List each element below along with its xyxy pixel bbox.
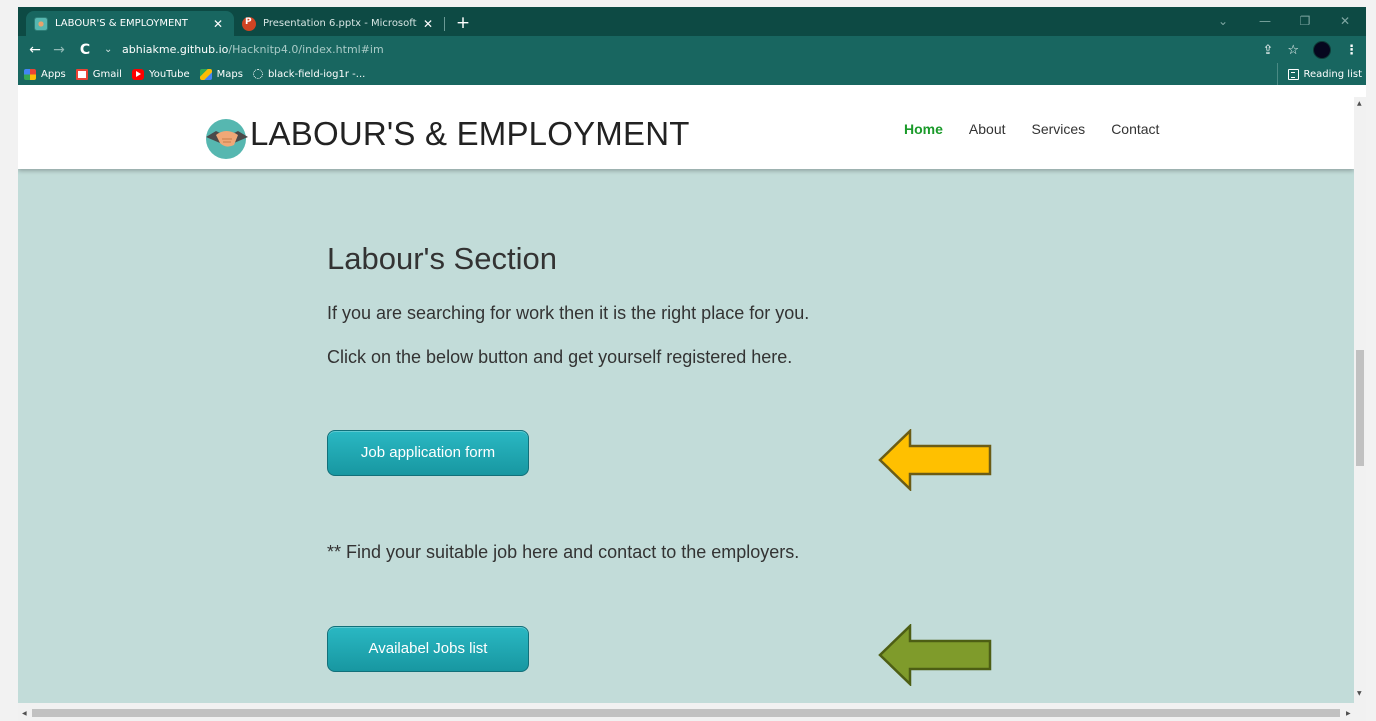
- horizontal-scroll-thumb[interactable]: [32, 709, 1340, 717]
- page-top-strip: [18, 85, 1354, 97]
- bookmark-label: Gmail: [92, 68, 122, 80]
- scroll-right-icon[interactable]: ▶: [1346, 710, 1351, 717]
- maps-icon: [199, 68, 212, 80]
- powerpoint-icon: [242, 16, 256, 31]
- menu-icon[interactable]: ⋮: [1345, 43, 1358, 58]
- intro-line: If you are searching for work then it is…: [327, 303, 810, 323]
- tab-title: LABOUR'S & EMPLOYMENT: [55, 18, 188, 29]
- tab-title: Presentation 6.pptx - Microsoft P: [263, 18, 420, 29]
- bookmark-label: Apps: [41, 68, 66, 80]
- bookmarks-bar: Apps Gmail YouTube Maps black-field-iog1…: [18, 63, 1366, 85]
- tab-labours-employment[interactable]: LABOUR'S & EMPLOYMENT ✕: [26, 11, 234, 36]
- site-title: LABOUR'S & EMPLOYMENT: [250, 115, 690, 152]
- reading-list-icon: [1287, 68, 1299, 80]
- profile-avatar[interactable]: [1313, 41, 1331, 59]
- nav-services-link[interactable]: Services: [1032, 121, 1086, 137]
- nav-contact-link[interactable]: Contact: [1111, 121, 1159, 137]
- tab-presentation[interactable]: Presentation 6.pptx - Microsoft P ✕: [234, 11, 444, 36]
- bookmark-black-field[interactable]: black-field-iog1r -...: [252, 68, 366, 80]
- scroll-down-icon[interactable]: ▼: [1357, 691, 1363, 697]
- close-tab-icon[interactable]: ✕: [420, 17, 436, 31]
- scroll-up-icon[interactable]: ▲: [1357, 101, 1363, 107]
- globe-icon: [252, 69, 263, 79]
- reading-list-button[interactable]: Reading list: [1276, 63, 1362, 85]
- reload-button[interactable]: C: [74, 40, 96, 60]
- restore-button[interactable]: ❐: [1284, 11, 1326, 31]
- scroll-left-icon[interactable]: ◀: [22, 710, 27, 717]
- forward-button[interactable]: →: [48, 40, 70, 60]
- page-viewport: LABOUR'S & EMPLOYMENT Home About Service…: [18, 97, 1354, 703]
- reading-list-label: Reading list: [1303, 68, 1362, 80]
- minimize-button[interactable]: —: [1244, 11, 1286, 31]
- chevron-down-icon[interactable]: ⌄: [104, 41, 112, 59]
- register-line: Click on the below button and get yourse…: [327, 347, 793, 367]
- url-field[interactable]: abhiakme.github.io/Hacknitp4.0/index.htm…: [122, 41, 384, 59]
- job-application-form-button[interactable]: Job application form: [327, 430, 529, 476]
- close-tab-icon[interactable]: ✕: [210, 17, 226, 31]
- bookmark-star-icon[interactable]: ☆: [1287, 43, 1299, 58]
- new-tab-button[interactable]: +: [452, 12, 474, 34]
- apps-icon: [24, 68, 36, 80]
- tab-strip: LABOUR'S & EMPLOYMENT ✕ Presentation 6.p…: [18, 7, 1366, 36]
- nav-home-link[interactable]: Home: [904, 121, 943, 137]
- bookmark-gmail[interactable]: Gmail: [75, 68, 122, 80]
- close-window-button[interactable]: ✕: [1324, 11, 1366, 31]
- handshake-logo-icon: [206, 119, 248, 159]
- site-favicon-icon: [34, 16, 48, 31]
- url-path: /Hacknitp4.0/index.html#im: [228, 43, 384, 56]
- bookmark-label: Maps: [216, 68, 243, 80]
- available-jobs-list-button[interactable]: Availabel Jobs list: [327, 626, 529, 672]
- horizontal-scrollbar[interactable]: ◀ ▶: [18, 703, 1366, 721]
- bookmark-label: black-field-iog1r -...: [267, 68, 366, 80]
- find-job-line: ** Find your suitable job here and conta…: [327, 542, 800, 562]
- vertical-scroll-thumb[interactable]: [1356, 350, 1364, 466]
- bookmark-youtube[interactable]: YouTube: [131, 68, 190, 80]
- url-host: abhiakme.github.io: [122, 43, 229, 56]
- screen: LABOUR'S & EMPLOYMENT ✕ Presentation 6.p…: [0, 0, 1376, 721]
- site-nav: Home About Services Contact: [904, 121, 1159, 137]
- site-header: LABOUR'S & EMPLOYMENT Home About Service…: [18, 97, 1354, 169]
- youtube-icon: [131, 68, 144, 80]
- bookmark-maps[interactable]: Maps: [199, 68, 243, 80]
- address-bar-row: ← → C ⌄ abhiakme.github.io/Hacknitp4.0/i…: [18, 36, 1366, 63]
- tab-separator: [444, 17, 445, 31]
- bookmark-label: YouTube: [148, 68, 190, 80]
- tab-search-icon[interactable]: ⌄: [1202, 11, 1244, 31]
- bookmark-apps[interactable]: Apps: [24, 68, 66, 80]
- share-icon[interactable]: ⇪: [1262, 43, 1273, 58]
- vertical-scrollbar[interactable]: ▲ ▼: [1354, 97, 1366, 703]
- nav-about-link[interactable]: About: [969, 121, 1006, 137]
- left-arrow-icon: [878, 624, 992, 686]
- address-bar-icons: ⇪ ☆ ⋮: [1262, 40, 1358, 60]
- left-arrow-icon: [878, 429, 992, 491]
- section-title: Labour's Section: [327, 241, 557, 276]
- browser-window: LABOUR'S & EMPLOYMENT ✕ Presentation 6.p…: [18, 7, 1366, 721]
- back-button[interactable]: ←: [24, 40, 46, 60]
- gmail-icon: [75, 68, 88, 80]
